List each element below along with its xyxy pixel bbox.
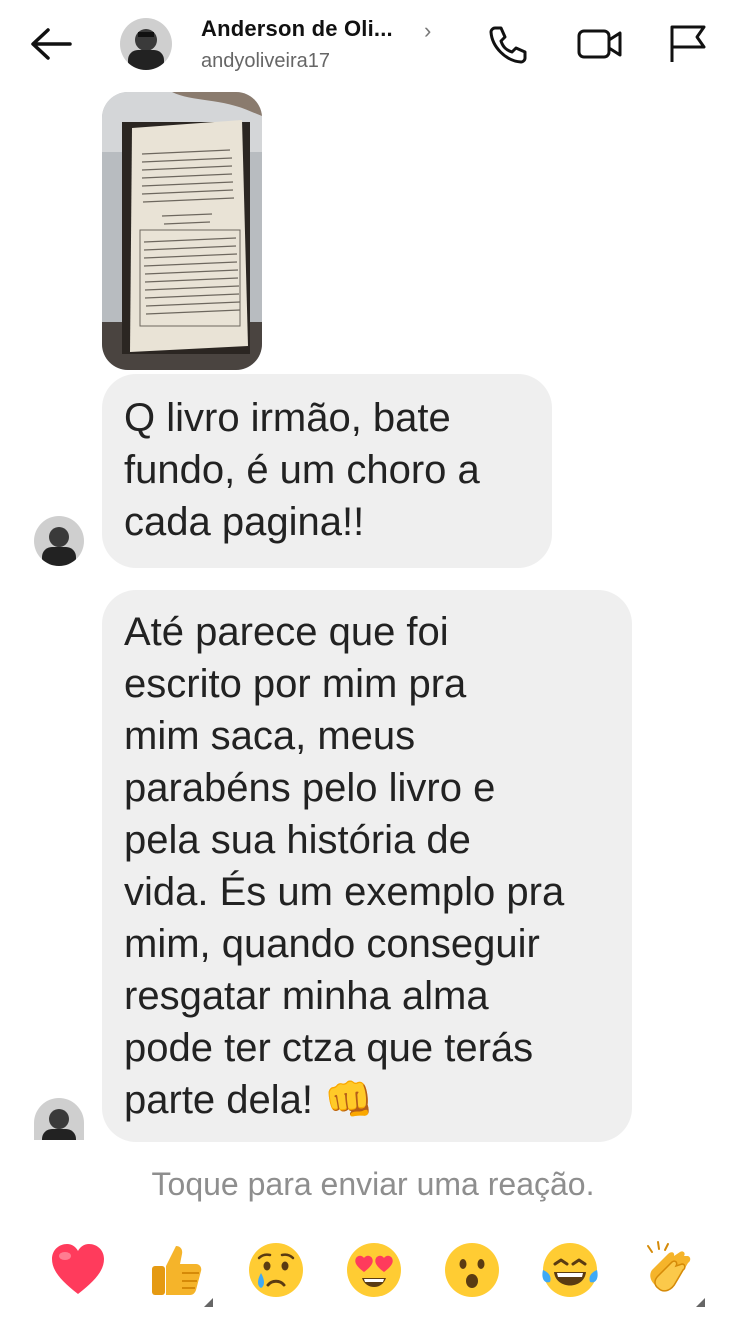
surprised-face-icon[interactable] bbox=[442, 1240, 502, 1300]
clapping-hands-icon[interactable] bbox=[638, 1240, 705, 1307]
avatar[interactable] bbox=[120, 18, 172, 70]
avatar[interactable] bbox=[34, 1098, 84, 1140]
laughing-tears-icon[interactable] bbox=[540, 1240, 600, 1300]
reaction-bar bbox=[0, 1240, 746, 1308]
back-arrow-icon[interactable] bbox=[28, 24, 74, 64]
contact-name[interactable]: Anderson de Oli... bbox=[201, 16, 393, 42]
flag-icon[interactable] bbox=[666, 22, 710, 66]
message-bubble[interactable]: Q livro irmão, bate fundo, é um choro a … bbox=[102, 374, 552, 568]
phone-icon[interactable] bbox=[486, 22, 530, 66]
chevron-right-icon[interactable]: › bbox=[424, 18, 431, 44]
image-message[interactable] bbox=[102, 92, 262, 370]
avatar[interactable] bbox=[34, 516, 84, 566]
heart-eyes-icon[interactable] bbox=[344, 1240, 404, 1300]
more-indicator bbox=[696, 1298, 705, 1307]
contact-username: andyoliveira17 bbox=[201, 50, 330, 72]
heart-icon[interactable] bbox=[48, 1240, 108, 1300]
message-text: Até parece que foi escrito por mim pra m… bbox=[124, 610, 565, 1122]
message-bubble[interactable]: Até parece que foi escrito por mim pra m… bbox=[102, 590, 632, 1142]
thumbs-up-icon[interactable] bbox=[146, 1240, 213, 1307]
video-icon[interactable] bbox=[576, 22, 622, 66]
more-indicator bbox=[204, 1298, 213, 1307]
crying-face-icon[interactable] bbox=[246, 1240, 306, 1300]
chat-header: Anderson de Oli... › andyoliveira17 bbox=[0, 0, 746, 92]
reaction-hint: Toque para enviar uma reação. bbox=[151, 1166, 595, 1202]
message-text: Q livro irmão, bate fundo, é um choro a … bbox=[124, 396, 480, 544]
